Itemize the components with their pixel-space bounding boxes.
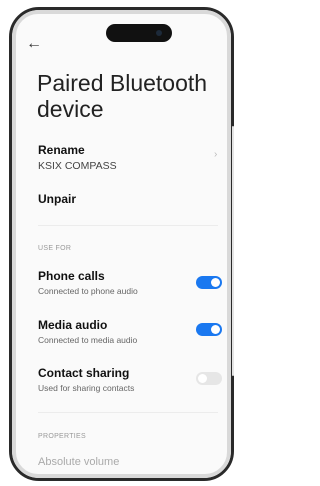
- chevron-right-icon: ›: [214, 149, 218, 160]
- unpair-button[interactable]: Unpair: [38, 192, 76, 206]
- media-audio-sub: Connected to media audio: [38, 335, 138, 345]
- section-properties: PROPERTIES: [38, 433, 86, 440]
- camera-island: [106, 24, 172, 42]
- media-audio-toggle[interactable]: [196, 323, 222, 336]
- absolute-volume-label[interactable]: Absolute volume: [38, 456, 119, 468]
- toggle-knob: [211, 325, 220, 334]
- rename-label[interactable]: Rename: [38, 143, 85, 157]
- phone-calls-toggle[interactable]: [196, 276, 222, 289]
- phone-calls-sub: Connected to phone audio: [38, 286, 138, 296]
- divider: [38, 412, 218, 413]
- toggle-knob: [211, 278, 220, 287]
- scrollbar[interactable]: [232, 126, 234, 376]
- section-use-for: USE FOR: [38, 245, 72, 252]
- contact-sharing-toggle[interactable]: [196, 372, 222, 385]
- rename-value: KSIX COMPASS: [38, 160, 117, 172]
- contact-sharing-sub: Used for sharing contacts: [38, 383, 135, 393]
- back-arrow-icon[interactable]: ←: [26, 36, 42, 52]
- phone-calls-label: Phone calls: [38, 269, 105, 283]
- contact-sharing-label: Contact sharing: [38, 366, 130, 380]
- front-camera: [156, 30, 162, 36]
- divider: [38, 225, 218, 226]
- page-title: Paired Bluetooth device: [37, 70, 208, 122]
- toggle-knob: [198, 374, 207, 383]
- media-audio-label: Media audio: [38, 318, 108, 332]
